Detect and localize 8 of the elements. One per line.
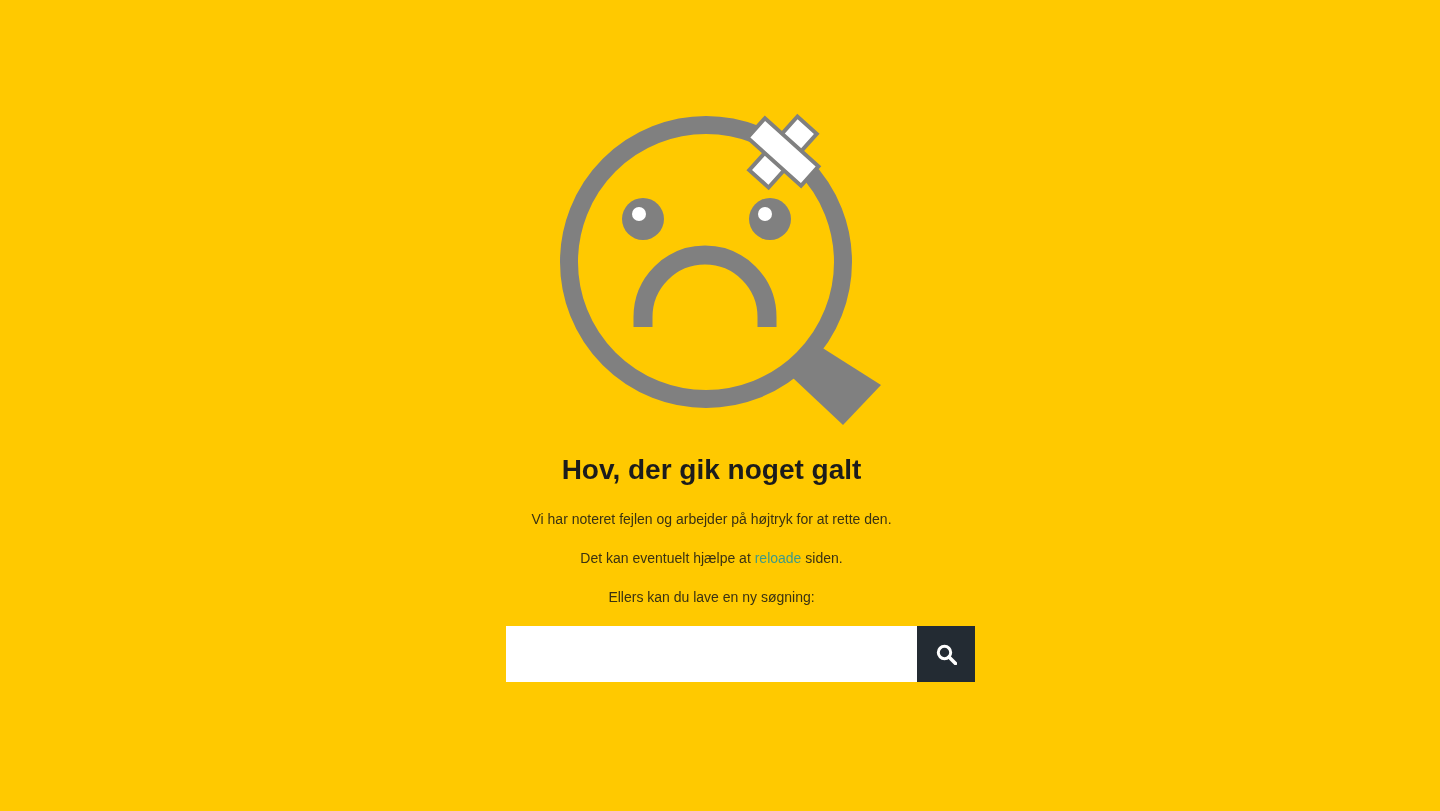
message-text: Det kan eventuelt hjælpe at reloade siden.: [580, 549, 843, 568]
search-button[interactable]: [917, 626, 975, 682]
search-icon: [935, 643, 957, 665]
search-field[interactable]: [506, 626, 917, 682]
reload-link[interactable]: reloade: [754, 550, 802, 566]
message-text: Vi har noteret fejlen og arbejder på højtryk for at rette den.: [531, 510, 892, 529]
error-heading: Hov, der gik noget galt: [561, 453, 862, 487]
message-text: Ellers kan du lave en ny søgning:: [608, 588, 815, 607]
